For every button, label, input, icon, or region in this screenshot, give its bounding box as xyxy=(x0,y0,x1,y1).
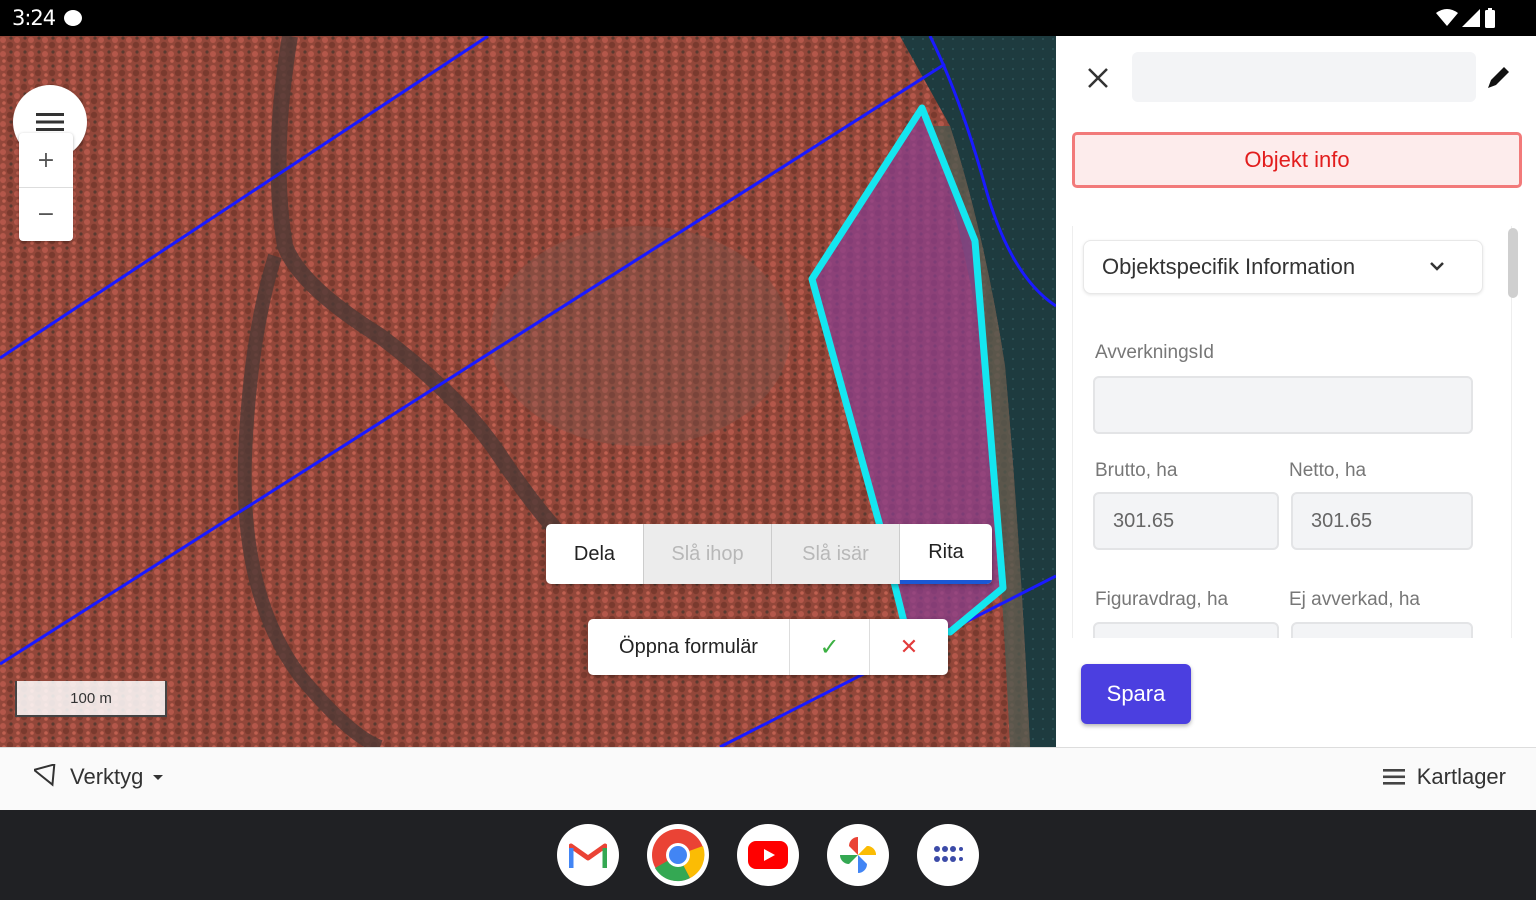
cell-signal-icon xyxy=(1462,9,1480,27)
status-indicators xyxy=(1436,8,1496,28)
tools-cursor-icon xyxy=(34,764,56,787)
brutto-label: Brutto, ha xyxy=(1095,460,1178,481)
status-bar: 3:24 xyxy=(0,0,1536,36)
merge-button[interactable]: Slå ihop xyxy=(644,524,772,584)
app-dock xyxy=(557,824,979,886)
form-scrollbar[interactable] xyxy=(1508,228,1518,298)
message-notification-icon xyxy=(64,10,82,26)
system-taskbar xyxy=(0,810,1536,900)
ej-avverkad-field[interactable] xyxy=(1291,622,1473,638)
split-button[interactable]: Dela xyxy=(546,524,644,584)
scale-bar: 100 m xyxy=(15,681,167,717)
figuravdrag-field[interactable] xyxy=(1093,622,1279,638)
avverkningsid-field[interactable] xyxy=(1093,376,1473,434)
checkmark-icon: ✓ xyxy=(819,633,840,661)
tools-menu-button[interactable]: Verktyg xyxy=(34,764,164,790)
youtube-icon[interactable] xyxy=(737,824,799,886)
tab-objekt-info[interactable]: Objekt info xyxy=(1072,132,1522,188)
confirm-button[interactable]: ✓ xyxy=(790,619,870,675)
caret-down-icon xyxy=(153,775,164,780)
pencil-icon xyxy=(1488,67,1509,88)
draw-button[interactable]: Rita xyxy=(900,524,992,584)
close-icon: ✕ xyxy=(899,634,919,659)
ej-avverkad-label: Ej avverkad, ha xyxy=(1289,589,1420,610)
edit-toolbar: Dela Slå ihop Slå isär Rita xyxy=(546,524,992,584)
bottom-app-bar: Verktyg Kartlager xyxy=(0,747,1536,810)
wifi-icon xyxy=(1436,9,1458,26)
app-drawer-icon[interactable] xyxy=(917,824,979,886)
photos-icon[interactable] xyxy=(827,824,889,886)
open-form-button[interactable]: Öppna formulär xyxy=(588,619,790,675)
close-panel-button[interactable] xyxy=(1082,62,1114,94)
status-time: 3:24 xyxy=(12,6,56,30)
layers-label: Kartlager xyxy=(1416,764,1506,789)
netto-field[interactable]: 301.65 xyxy=(1291,492,1473,550)
zoom-out-button[interactable]: − xyxy=(19,187,73,241)
brutto-field[interactable]: 301.65 xyxy=(1093,492,1279,550)
close-icon xyxy=(1088,68,1108,88)
edit-title-button[interactable] xyxy=(1480,60,1516,96)
save-button[interactable]: Spara xyxy=(1081,664,1191,724)
map-view[interactable]: + − 100 m Dela Slå ihop Slå isär Rita Öp… xyxy=(0,36,1056,747)
section-title: Objektspecifik Information xyxy=(1102,254,1356,279)
gmail-icon[interactable] xyxy=(557,824,619,886)
separate-button[interactable]: Slå isär xyxy=(772,524,900,584)
netto-label: Netto, ha xyxy=(1289,460,1367,481)
chrome-icon[interactable] xyxy=(647,824,709,886)
map-layers-button[interactable]: Kartlager xyxy=(1382,764,1506,790)
zoom-in-button[interactable]: + xyxy=(19,133,73,187)
objektspecifik-section-header[interactable]: Objektspecifik Information xyxy=(1083,240,1483,294)
avverkningsid-label: AvverkningsId xyxy=(1095,342,1214,363)
chevron-down-icon xyxy=(1430,262,1444,271)
cancel-button[interactable]: ✕ xyxy=(870,619,948,675)
battery-icon xyxy=(1485,8,1495,28)
figuravdrag-label: Figuravdrag, ha xyxy=(1095,589,1229,610)
form-toolbar: Öppna formulär ✓ ✕ xyxy=(588,619,948,675)
object-title-input[interactable] xyxy=(1132,52,1476,102)
zoom-controls: + − xyxy=(19,133,73,241)
object-panel: Objekt info Objektspecifik Information A… xyxy=(1056,36,1536,747)
form-scroll-area[interactable]: Objektspecifik Information AvverkningsId… xyxy=(1072,226,1512,638)
layers-list-icon xyxy=(1382,769,1405,785)
tools-label: Verktyg xyxy=(70,764,144,789)
hamburger-menu-icon xyxy=(36,113,64,131)
